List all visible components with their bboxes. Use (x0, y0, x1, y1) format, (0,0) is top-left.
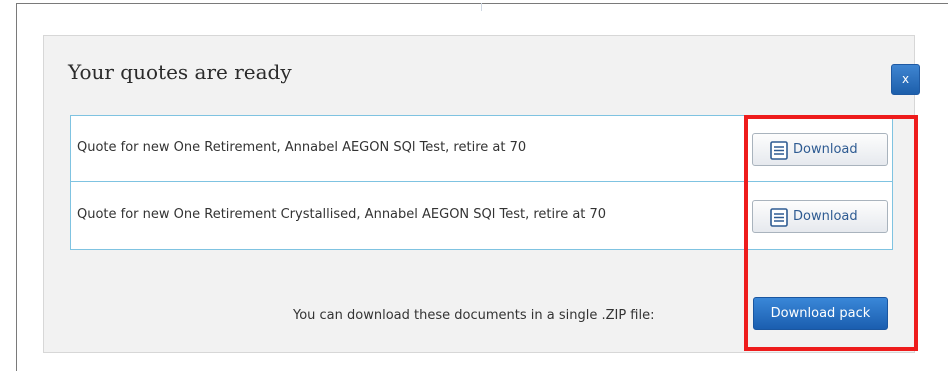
close-icon: x (901, 72, 910, 86)
modal-title: Your quotes are ready (68, 60, 292, 84)
highlight-annotation-box (744, 115, 918, 351)
page-border-top (16, 3, 948, 4)
background-divider (481, 3, 482, 11)
quote-description: Quote for new One Retirement, Annabel AE… (77, 140, 527, 155)
page-border-left (16, 3, 17, 371)
close-button[interactable]: x (891, 64, 920, 95)
quote-description: Quote for new One Retirement Crystallise… (77, 207, 607, 222)
zip-message: You can download these documents in a si… (293, 308, 655, 323)
page: Your quotes are ready x Quote for new On… (0, 0, 948, 371)
